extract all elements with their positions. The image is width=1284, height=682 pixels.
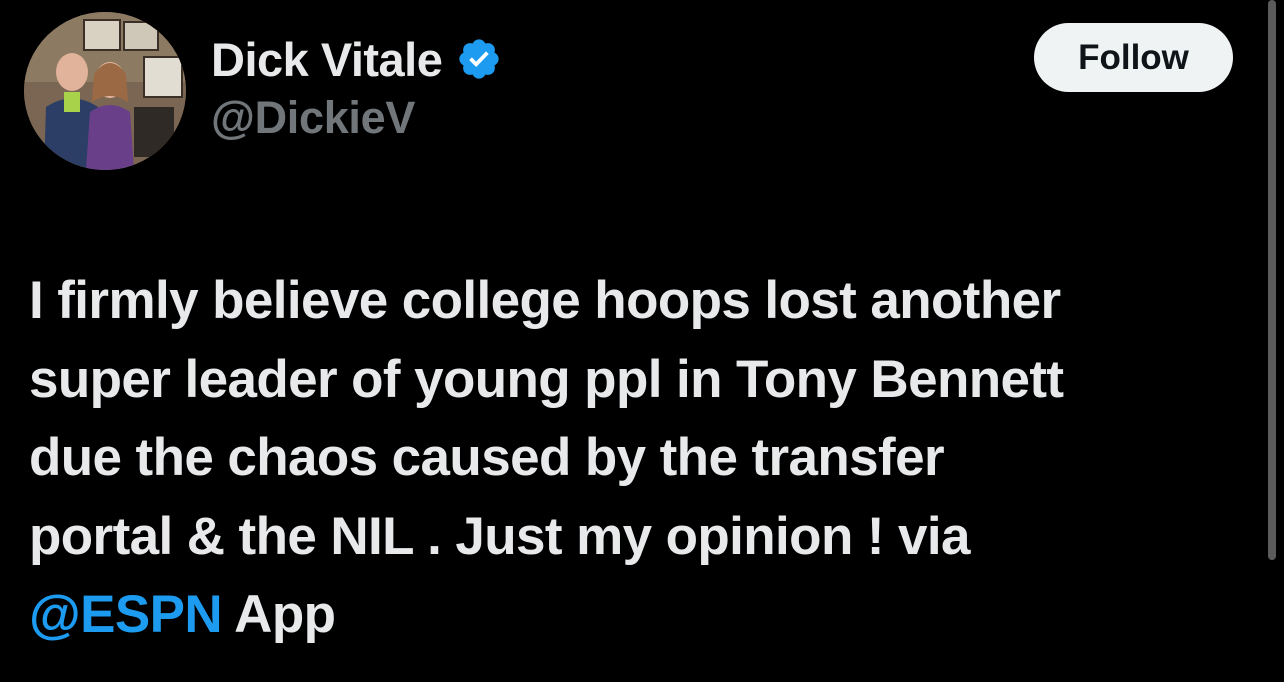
tweet-line-last: @ESPN App [29, 576, 1249, 655]
author-name-row: Dick Vitale [211, 28, 502, 90]
tweet-line: due the chaos caused by the transfer [29, 428, 945, 487]
profile-photo-icon [24, 12, 186, 170]
verified-badge-icon [456, 36, 502, 82]
author-handle[interactable]: @DickieV [211, 92, 415, 144]
tweet-line: I firmly believe college hoops lost anot… [29, 271, 1061, 330]
tweet-text: I firmly believe college hoops lost anot… [29, 262, 1249, 655]
tweet-line: super leader of young ppl in Tony Bennet… [29, 349, 1064, 409]
tweet-card: Dick Vitale @DickieV Follow I firmly bel… [0, 0, 1284, 682]
author-display-name[interactable]: Dick Vitale [211, 32, 443, 87]
mention-link[interactable]: @ESPN [29, 585, 223, 644]
tweet-line: portal & the NIL . Just my opinion ! via [29, 506, 971, 566]
scrollbar[interactable] [1268, 0, 1276, 560]
avatar[interactable] [24, 12, 186, 170]
tweet-text-tail: App [222, 585, 336, 644]
follow-button[interactable]: Follow [1034, 23, 1233, 92]
